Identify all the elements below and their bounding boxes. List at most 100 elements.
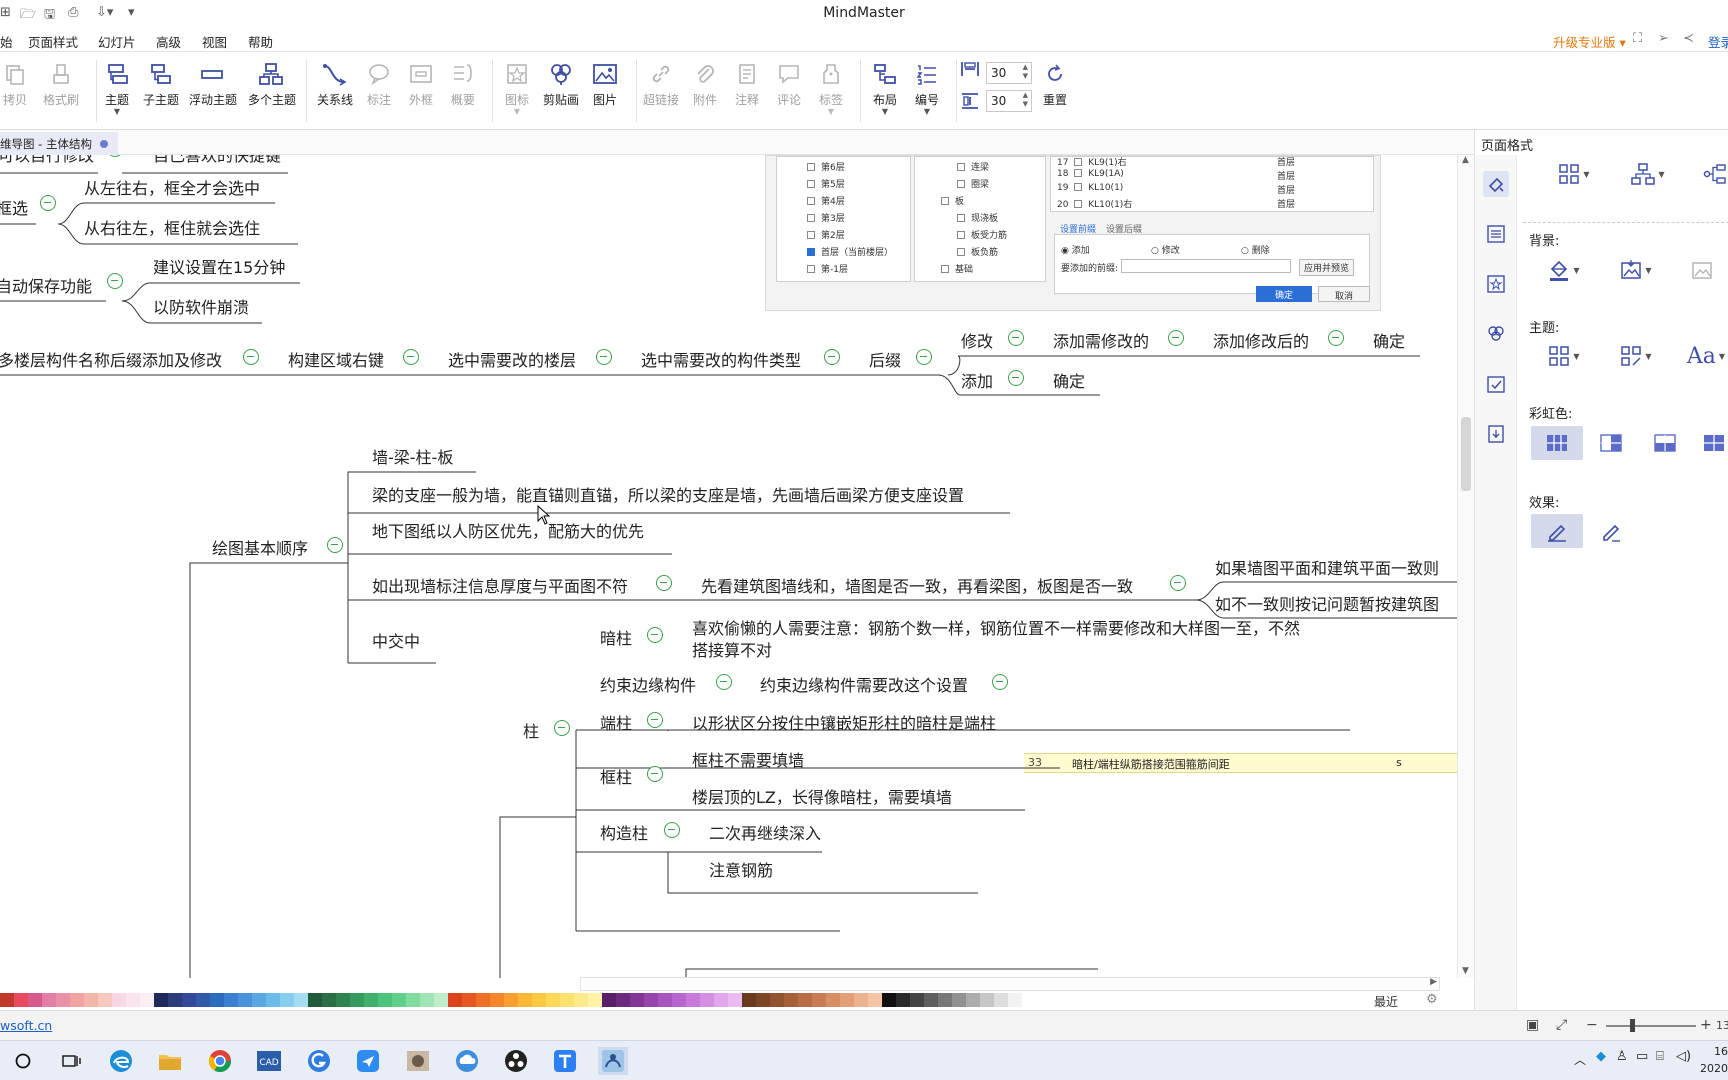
color-swatch[interactable] — [714, 993, 728, 1007]
color-swatch[interactable] — [336, 993, 350, 1007]
node-boundary-member[interactable]: 约束边缘构件 — [600, 672, 696, 696]
color-swatch[interactable] — [308, 993, 322, 1007]
color-swatch[interactable] — [658, 993, 672, 1007]
tray-expand-icon[interactable]: ︿ — [1574, 1051, 1586, 1068]
collapse-toggle-icon[interactable] — [647, 627, 663, 643]
node-drawing-order[interactable]: 绘图基本顺序 — [212, 535, 308, 559]
cloud-app-icon[interactable] — [452, 1047, 482, 1075]
picture-button[interactable]: 图片 — [582, 58, 628, 108]
node-15-minutes[interactable]: 建议设置在15分钟 — [153, 254, 285, 278]
fullscreen-icon[interactable]: ⤢ — [1556, 1017, 1567, 1033]
menu-advanced[interactable]: 高级 — [156, 32, 181, 51]
boundary-button[interactable]: 外框 — [398, 58, 444, 108]
collapse-toggle-icon[interactable] — [916, 349, 932, 365]
collapse-toggle-icon[interactable] — [664, 822, 680, 838]
glodon-app-icon[interactable] — [304, 1047, 334, 1075]
relationship-button[interactable]: 关系线 — [312, 58, 358, 108]
numbering-button[interactable]: 编号 ▼ — [904, 58, 950, 116]
rainbow-option-3[interactable] — [1639, 426, 1691, 460]
node-wall-beam-column-slab[interactable]: 墙-梁-柱-板 — [372, 444, 453, 468]
feishu-app-icon[interactable] — [353, 1047, 383, 1075]
edge-browser-icon[interactable] — [106, 1047, 136, 1075]
color-swatch[interactable] — [910, 993, 924, 1007]
presentation-tab-icon[interactable] — [1483, 421, 1509, 447]
node-end-column-note[interactable]: 以形状区分按住中镶嵌矩形柱的暗柱是端柱 — [692, 710, 996, 734]
node-frame-select[interactable]: 框选 — [0, 195, 28, 219]
menu-slideshow[interactable]: 幻灯片 — [98, 32, 136, 51]
theme-button[interactable]: ▼ — [1537, 338, 1591, 374]
tray-display-icon[interactable]: ▭ — [1636, 1049, 1648, 1064]
color-swatch[interactable] — [56, 993, 70, 1007]
spinner-arrows-icon[interactable]: ▲ ▼ — [1023, 91, 1028, 109]
node-rebar-note[interactable]: 注意钢筋 — [709, 857, 773, 881]
collapse-toggle-icon[interactable] — [243, 349, 259, 365]
collapse-toggle-icon[interactable] — [656, 575, 672, 591]
color-swatch[interactable] — [252, 993, 266, 1007]
color-swatch[interactable] — [490, 993, 504, 1007]
theme-color-button[interactable]: ▼ — [1609, 338, 1663, 374]
color-swatch[interactable] — [616, 993, 630, 1007]
color-swatch[interactable] — [154, 993, 168, 1007]
comment-button[interactable]: 评论 — [766, 58, 812, 108]
color-swatch[interactable] — [924, 993, 938, 1007]
node-frame-column-no-fill[interactable]: 框柱不需要填墙 — [692, 747, 804, 771]
color-swatch[interactable] — [126, 993, 140, 1007]
color-swatch[interactable] — [518, 993, 532, 1007]
color-swatch[interactable] — [84, 993, 98, 1007]
node-autosave[interactable]: 自动保存功能 — [0, 273, 92, 297]
color-swatch[interactable] — [322, 993, 336, 1007]
color-swatch[interactable] — [28, 993, 42, 1007]
search-icon[interactable] — [8, 1047, 38, 1075]
topic-button[interactable]: 主题 ▼ — [94, 58, 140, 116]
color-swatch[interactable] — [980, 993, 994, 1007]
remove-background-button[interactable] — [1675, 252, 1728, 288]
color-swatch[interactable] — [966, 993, 980, 1007]
color-swatch[interactable] — [378, 993, 392, 1007]
node-dark-column[interactable]: 暗柱 — [600, 625, 632, 649]
upgrade-button[interactable]: 升级专业版 ▾ — [1553, 32, 1626, 51]
color-swatch[interactable] — [294, 993, 308, 1007]
node-dark-column-note[interactable]: 喜欢偷懒的人需要注意：钢筋个数一样，钢筋位置不一样需要修改和大样图一至，不然 — [692, 615, 1300, 639]
mark-button[interactable]: 图标 ▼ — [494, 58, 540, 116]
document-tab[interactable]: 维导图 - 主体结构 — [0, 132, 118, 155]
mindmap-canvas[interactable]: 第6层 第5层 第4层 第3层 第2层 首层（当前楼层） 第-1层 连梁 圈梁 … — [0, 155, 1457, 978]
color-swatch[interactable] — [574, 993, 588, 1007]
color-swatch[interactable] — [728, 993, 742, 1007]
collapse-toggle-icon[interactable] — [596, 349, 612, 365]
clipart-tab-icon[interactable] — [1483, 321, 1509, 347]
task-view-icon[interactable] — [56, 1047, 86, 1075]
layout-button[interactable]: 布局 ▼ — [862, 58, 908, 116]
node-end-column[interactable]: 端柱 — [600, 710, 632, 734]
node-boundary-setting[interactable]: 约束边缘构件需要改这个设置 — [760, 672, 968, 696]
outline-tab-icon[interactable] — [1483, 221, 1509, 247]
palette-settings-icon[interactable]: ⚙ — [1426, 992, 1438, 1007]
color-swatch[interactable] — [784, 993, 798, 1007]
collapse-toggle-icon[interactable] — [647, 766, 663, 782]
vertical-scrollbar[interactable]: ▲ ▼ — [1457, 155, 1474, 978]
color-swatch[interactable] — [560, 993, 574, 1007]
rainbow-option-2[interactable] — [1585, 426, 1637, 460]
copy-button[interactable]: 拷贝 — [0, 58, 38, 108]
share-icon[interactable]: ≺ — [1683, 31, 1694, 46]
branch-style-button[interactable]: ▼ — [1693, 156, 1728, 192]
collapse-toggle-icon[interactable] — [554, 720, 570, 736]
color-swatch[interactable] — [952, 993, 966, 1007]
node-confirm[interactable]: 确定 — [1053, 368, 1085, 392]
mark-tab-icon[interactable] — [1483, 271, 1509, 297]
color-swatch[interactable] — [476, 993, 490, 1007]
color-swatch[interactable] — [392, 993, 406, 1007]
color-swatch[interactable] — [854, 993, 868, 1007]
node-plan-inconsistent[interactable]: 如不一致则按记问题暂按建筑图 — [1215, 591, 1439, 615]
structure-button[interactable]: ▼ — [1621, 156, 1675, 192]
page-format-tab-icon[interactable] — [1483, 171, 1509, 197]
color-swatch[interactable] — [112, 993, 126, 1007]
color-swatch[interactable] — [938, 993, 952, 1007]
color-swatch[interactable] — [182, 993, 196, 1007]
color-swatch[interactable] — [224, 993, 238, 1007]
node-multi-floor-suffix[interactable]: 多楼层构件名称后缀添加及修改 — [0, 347, 222, 371]
node-add[interactable]: 添加 — [961, 368, 993, 392]
zoom-slider[interactable] — [1606, 1025, 1696, 1027]
zoom-in-icon[interactable]: + — [1700, 1017, 1712, 1033]
collapse-toggle-icon[interactable] — [824, 349, 840, 365]
color-swatch[interactable] — [686, 993, 700, 1007]
